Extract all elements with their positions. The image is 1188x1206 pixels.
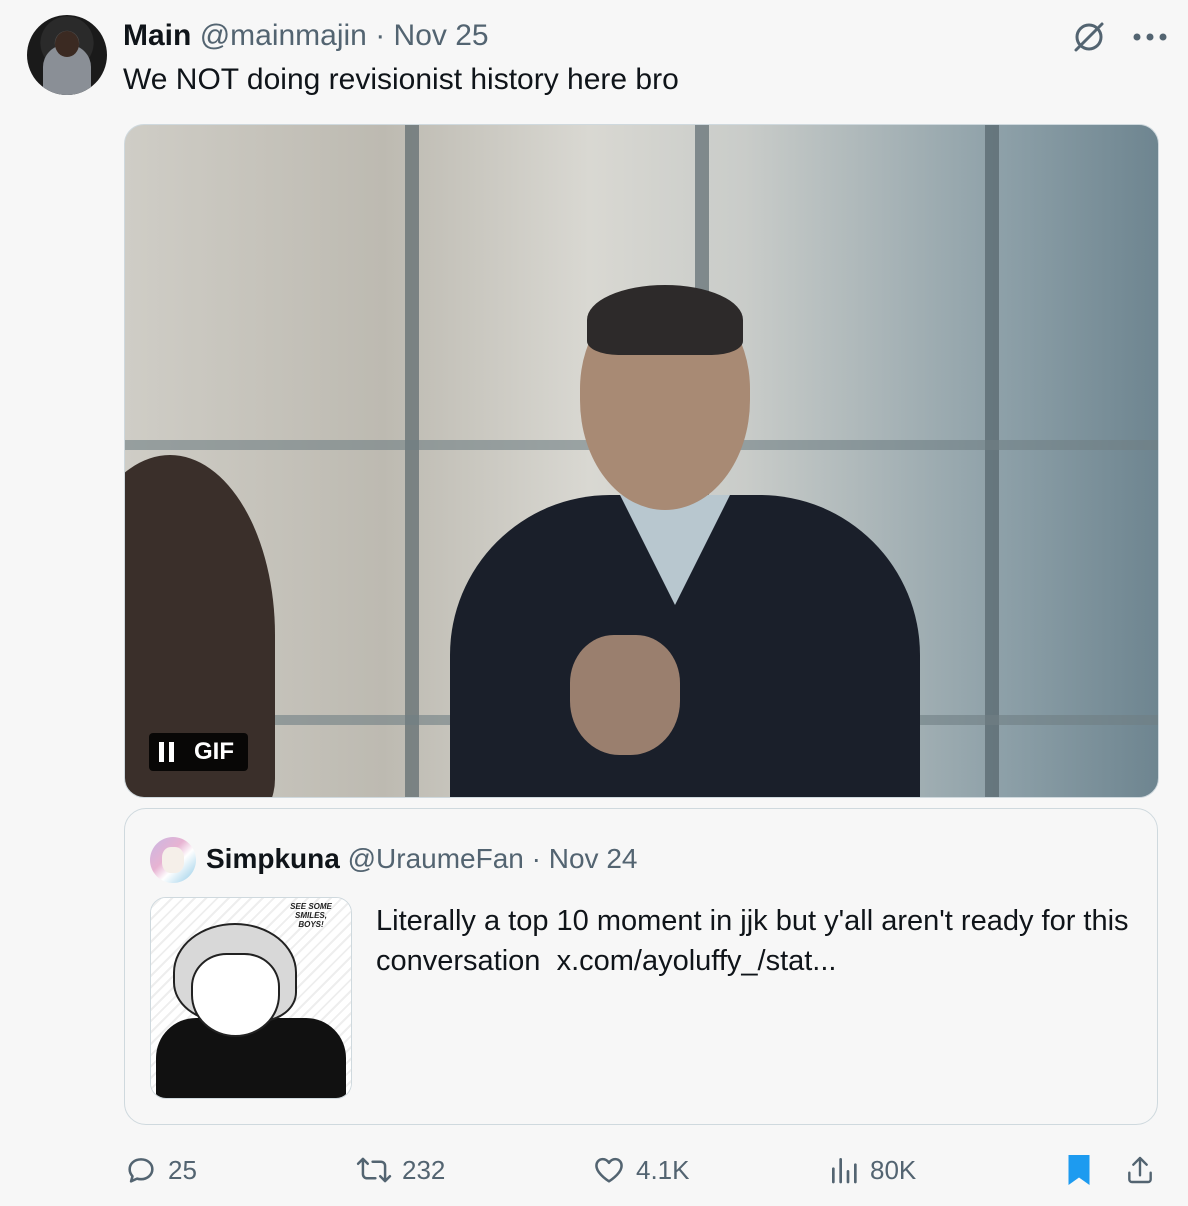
repost-icon bbox=[356, 1157, 392, 1183]
views-icon bbox=[832, 1158, 857, 1184]
gif-label: GIF bbox=[194, 738, 234, 765]
quoted-media-thumbnail[interactable]: SEE SOME SMILES, BOYS! bbox=[150, 897, 352, 1099]
quoted-author-avatar[interactable] bbox=[150, 837, 196, 883]
share-icon bbox=[1128, 1156, 1152, 1184]
tweet-top-actions bbox=[1070, 18, 1168, 56]
like-count: 4.1K bbox=[636, 1154, 690, 1185]
repost-count: 232 bbox=[402, 1154, 446, 1185]
quoted-tweet[interactable]: Simpkuna @UraumeFan · Nov 24 SEE SOME SM… bbox=[124, 808, 1158, 1125]
background-window-frame bbox=[405, 125, 419, 797]
man-hair bbox=[587, 285, 743, 355]
reply-button[interactable]: 25 bbox=[124, 1150, 197, 1190]
like-icon bbox=[595, 1157, 623, 1183]
grok-icon[interactable] bbox=[1070, 18, 1108, 56]
like-button[interactable]: 4.1K bbox=[592, 1150, 690, 1190]
manga-speech-bubble: SEE SOME SMILES, BOYS! bbox=[290, 902, 332, 929]
author-handle[interactable]: @mainmajin bbox=[200, 19, 367, 52]
reply-count: 25 bbox=[168, 1154, 197, 1185]
gif-pause-button[interactable]: GIF bbox=[149, 733, 248, 771]
quoted-header-separator: · bbox=[531, 843, 541, 874]
tweet-date[interactable]: Nov 25 bbox=[394, 19, 489, 52]
avatar-face bbox=[55, 31, 79, 57]
author-name[interactable]: Main bbox=[123, 19, 191, 52]
man-hand bbox=[570, 635, 680, 755]
author-avatar[interactable] bbox=[27, 15, 107, 95]
quoted-author-name[interactable]: Simpkuna bbox=[206, 843, 340, 874]
pause-icon bbox=[159, 742, 174, 762]
tweet-action-bar: 25 232 4.1K 80K bbox=[124, 1150, 1164, 1190]
quoted-tweet-header: Simpkuna @UraumeFan · Nov 24 bbox=[206, 842, 637, 876]
quoted-author-handle[interactable]: @UraumeFan bbox=[348, 843, 524, 874]
quoted-tweet-link[interactable]: x.com/ayoluffy_/stat... bbox=[557, 945, 837, 977]
share-button[interactable] bbox=[1124, 1150, 1156, 1190]
manga-character-face bbox=[191, 953, 280, 1037]
header-separator: · bbox=[375, 19, 386, 52]
reply-icon bbox=[128, 1158, 154, 1183]
tweet-text: We NOT doing revisionist history here br… bbox=[123, 63, 679, 96]
quoted-tweet-text: Literally a top 10 moment in jjk but y'a… bbox=[376, 901, 1136, 981]
background-window-frame bbox=[985, 125, 999, 797]
bookmark-button[interactable] bbox=[1064, 1150, 1094, 1190]
more-icon[interactable] bbox=[1132, 32, 1168, 42]
repost-button[interactable]: 232 bbox=[356, 1150, 445, 1190]
views-count: 80K bbox=[870, 1154, 917, 1185]
quoted-tweet-date[interactable]: Nov 24 bbox=[549, 843, 638, 874]
bookmark-icon bbox=[1068, 1155, 1090, 1185]
tweet-media-gif[interactable]: GIF bbox=[124, 124, 1159, 798]
views-button[interactable]: 80K bbox=[828, 1150, 916, 1190]
tweet-header: Main @mainmajin · Nov 25 bbox=[123, 18, 489, 54]
